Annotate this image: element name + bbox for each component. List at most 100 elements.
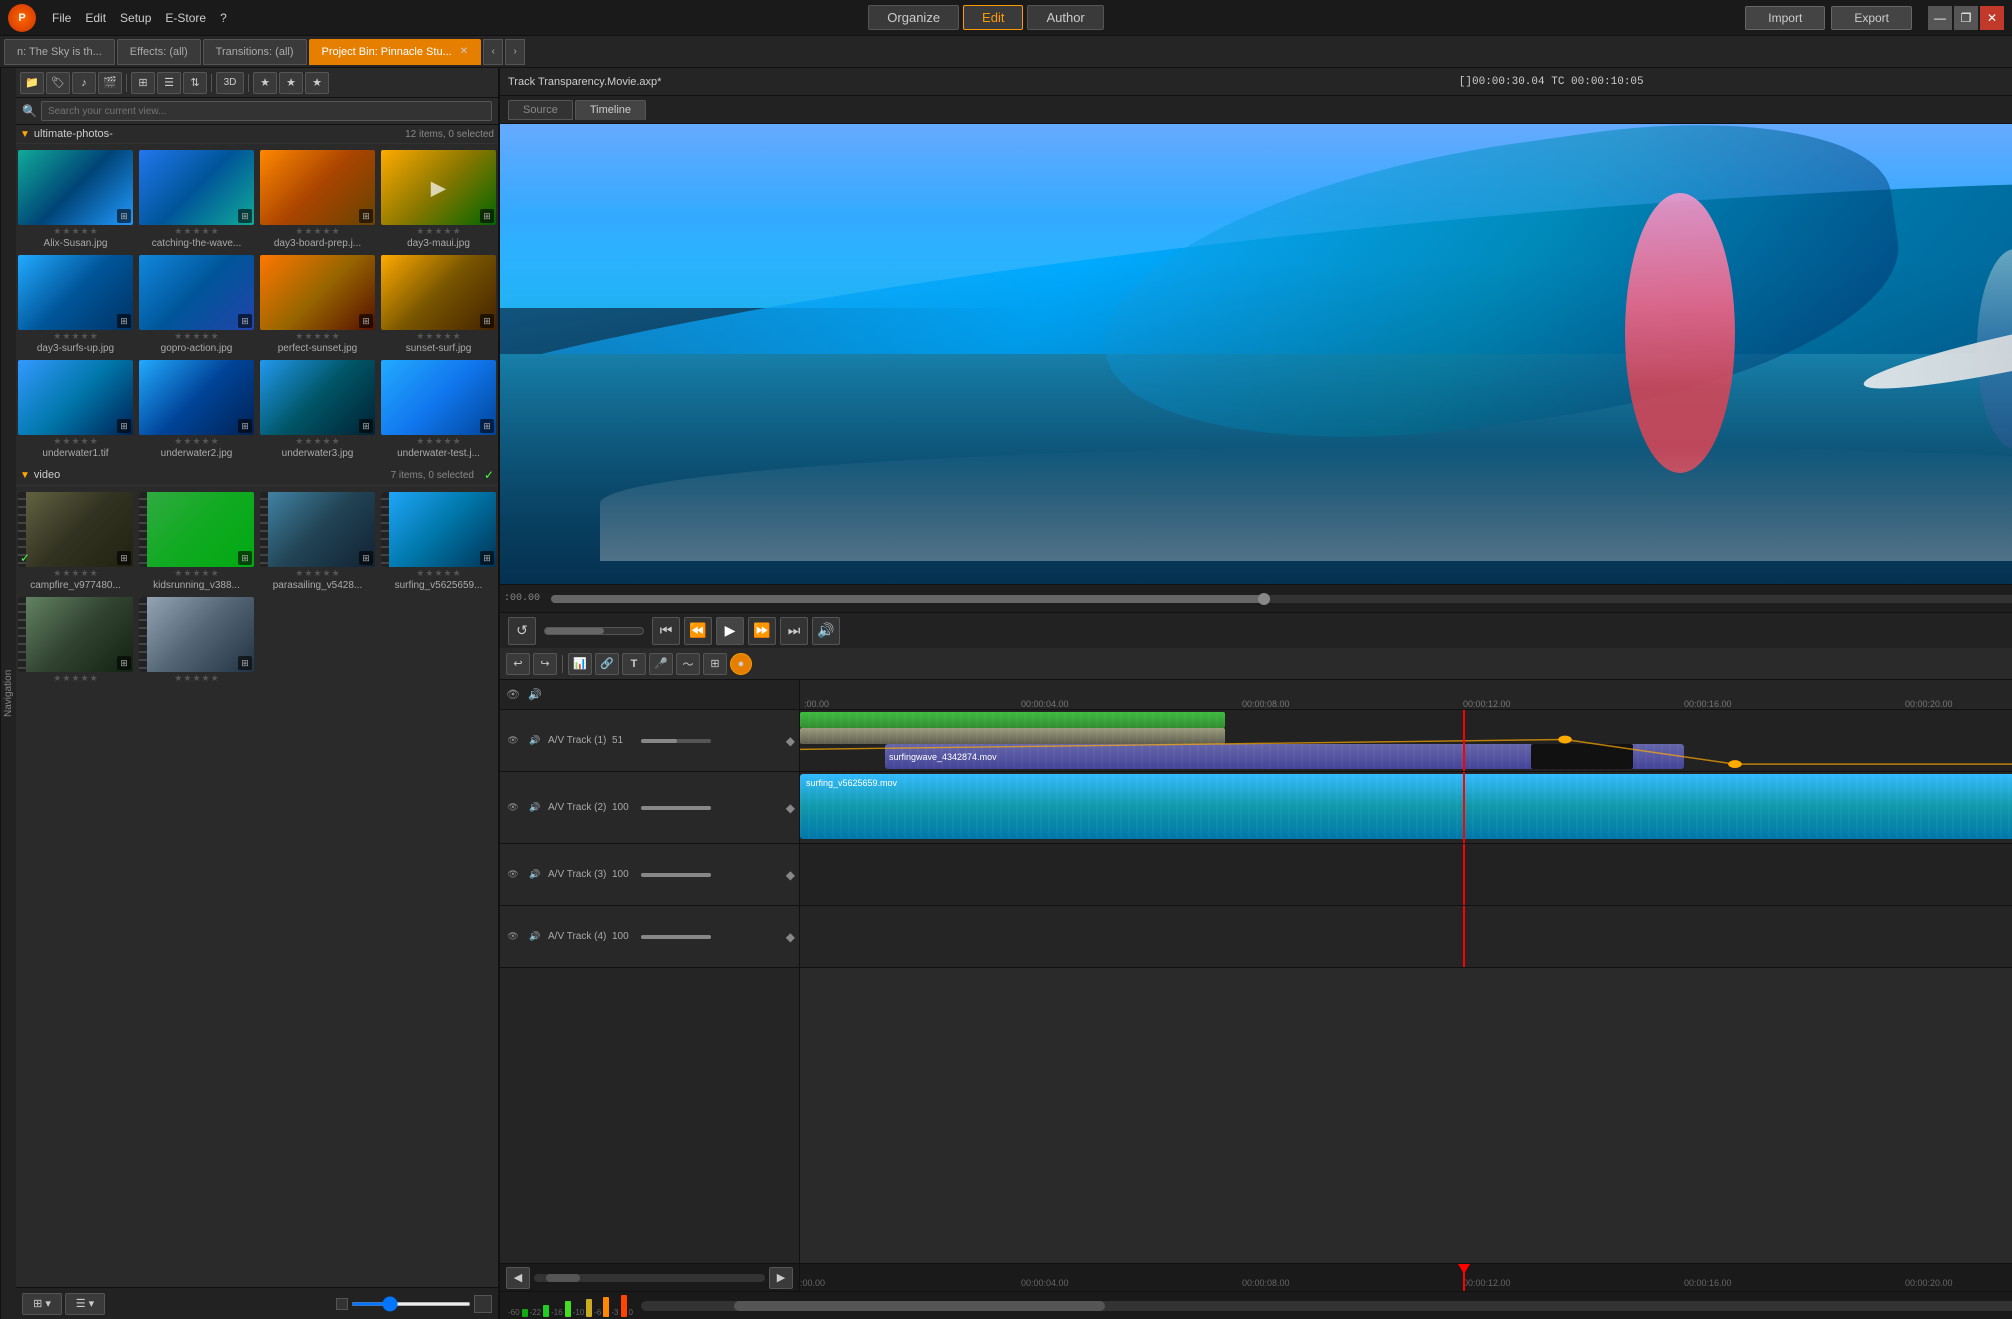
- grid-view-button[interactable]: ⊞: [131, 72, 155, 94]
- media-scroll-area[interactable]: ▼ ultimate-photos- 12 items, 0 selected …: [16, 125, 498, 1287]
- minimize-button[interactable]: —: [1928, 6, 1952, 30]
- list-item[interactable]: ⊞ ★★★★★ underwater1.tif: [16, 358, 135, 461]
- bottom-scroll-bar[interactable]: [534, 1274, 765, 1282]
- photos-section-arrow[interactable]: ▼: [20, 129, 30, 140]
- go-start-button[interactable]: ⏮: [652, 617, 680, 645]
- list-item[interactable]: ⊞ ★★★★★ underwater-test.j...: [379, 358, 498, 461]
- list-item[interactable]: ⊞ ★★★★★ day3-board-prep.j...: [258, 148, 377, 251]
- navigation-tab[interactable]: Navigation: [0, 68, 16, 1319]
- play-button[interactable]: ▶: [716, 617, 744, 645]
- tab-project-bin[interactable]: Project Bin: Pinnacle Stu... ✕: [309, 39, 482, 65]
- track1-vol-slider[interactable]: [641, 739, 711, 743]
- track-header-speaker-icon[interactable]: 🔊: [526, 686, 544, 704]
- scrubber-head[interactable]: [1258, 593, 1270, 605]
- list-item[interactable]: ⊞ ★★★★★ perfect-sunset.jpg: [258, 253, 377, 356]
- list-item[interactable]: ⊞ ★★★★★ underwater3.jpg: [258, 358, 377, 461]
- list-item[interactable]: ⊞ ★★★★★ gopro-action.jpg: [137, 253, 256, 356]
- tag-button[interactable]: 🏷: [46, 72, 70, 94]
- tab-prev-arrow[interactable]: ‹: [483, 39, 503, 65]
- prev-frame-button[interactable]: ⏪: [684, 617, 712, 645]
- list-item[interactable]: ⊞ ★★★★★: [137, 595, 256, 687]
- track1-keyframe-icon[interactable]: ◆: [786, 734, 795, 748]
- edit-button[interactable]: Edit: [963, 5, 1023, 30]
- color-grade-button[interactable]: ●: [730, 653, 752, 675]
- video-filter-button[interactable]: 🎬: [98, 72, 122, 94]
- video-section-arrow[interactable]: ▼: [20, 470, 30, 481]
- track3-eye-icon[interactable]: 👁: [504, 866, 522, 884]
- list-item[interactable]: ⊞ ★★★★★ underwater2.jpg: [137, 358, 256, 461]
- clip-surfing[interactable]: surfing_v5625659.mov: [800, 774, 2012, 839]
- list-item[interactable]: ⊞ ★★★★★ Alix-Susan.jpg: [16, 148, 135, 251]
- list-item[interactable]: ⊞ ★★★★★ parasailing_v5428...: [258, 490, 377, 593]
- track4-vol-slider[interactable]: [641, 935, 711, 939]
- track3-vol-slider[interactable]: [641, 873, 711, 877]
- track1-speaker-icon[interactable]: 🔊: [526, 732, 544, 750]
- restore-button[interactable]: ❐: [1954, 6, 1978, 30]
- author-button[interactable]: Author: [1027, 5, 1103, 30]
- app-logo[interactable]: P: [8, 4, 36, 32]
- thumb-size-slider[interactable]: [351, 1302, 471, 1306]
- import-button[interactable]: Import: [1745, 6, 1825, 30]
- next-frame-button[interactable]: ⏩: [748, 617, 776, 645]
- audio-button[interactable]: ♪: [72, 72, 96, 94]
- tab-next-arrow[interactable]: ›: [505, 39, 525, 65]
- import-media-button[interactable]: 📁: [20, 72, 44, 94]
- list-item[interactable]: ⊞ ★★★★★ kidsrunning_v388...: [137, 490, 256, 593]
- star-filter-3[interactable]: ★: [305, 72, 329, 94]
- track2-vol-slider[interactable]: [641, 806, 711, 810]
- menu-setup[interactable]: Setup: [120, 11, 151, 25]
- track2-keyframe-icon[interactable]: ◆: [786, 801, 795, 815]
- curve-button[interactable]: 〜: [676, 653, 700, 675]
- go-end-button[interactable]: ⏭: [780, 617, 808, 645]
- list-item[interactable]: ⊞ ★★★★★ surfing_v5625659...: [379, 490, 498, 593]
- close-button[interactable]: ✕: [1980, 6, 2004, 30]
- track4-keyframe-icon[interactable]: ◆: [786, 930, 795, 944]
- star-filter-button[interactable]: ★: [253, 72, 277, 94]
- grid-size-button[interactable]: ⊞ ▾: [22, 1293, 62, 1315]
- list-item[interactable]: ⊞ ✓ ★★★★★ campfire_v977480...: [16, 490, 135, 593]
- list-item[interactable]: ⊞ ★★★★★ sunset-surf.jpg: [379, 253, 498, 356]
- track2-eye-icon[interactable]: 👁: [504, 799, 522, 817]
- tab-source[interactable]: Source: [508, 100, 573, 120]
- tab-effects[interactable]: Effects: (all): [117, 39, 201, 65]
- redo-tl-button[interactable]: ↪: [533, 653, 557, 675]
- track4-speaker-icon[interactable]: 🔊: [526, 928, 544, 946]
- clip-black[interactable]: [1531, 744, 1633, 769]
- track2-speaker-icon[interactable]: 🔊: [526, 799, 544, 817]
- menu-file[interactable]: File: [52, 11, 71, 25]
- menu-edit[interactable]: Edit: [85, 11, 106, 25]
- list-item[interactable]: ⊞ ★★★★★ day3-surfs-up.jpg: [16, 253, 135, 356]
- list-item[interactable]: ⊞ ★★★★★: [16, 595, 135, 687]
- search-input[interactable]: [41, 101, 492, 121]
- organize-button[interactable]: Organize: [868, 5, 959, 30]
- undo-tl-button[interactable]: ↩: [506, 653, 530, 675]
- loop-button[interactable]: ↺: [508, 617, 536, 645]
- voice-button[interactable]: 🎤: [649, 653, 673, 675]
- clip-olive[interactable]: [800, 728, 1225, 744]
- scrollbar-thumb[interactable]: [734, 1301, 1105, 1311]
- list-item[interactable]: ⊞ ▶ ★★★★★ day3-maui.jpg: [379, 148, 498, 251]
- timeline-scrollbar[interactable]: [641, 1301, 2012, 1311]
- list-view-button[interactable]: ☰: [157, 72, 181, 94]
- tab-transitions[interactable]: Transitions: (all): [203, 39, 307, 65]
- prev-timeline-button[interactable]: ◀: [506, 1267, 530, 1289]
- volume-toggle-button[interactable]: 🔊: [812, 617, 840, 645]
- track3-speaker-icon[interactable]: 🔊: [526, 866, 544, 884]
- tab-close-icon[interactable]: ✕: [460, 46, 468, 57]
- export-button[interactable]: Export: [1831, 6, 1912, 30]
- list-size-button[interactable]: ☰ ▾: [65, 1293, 105, 1315]
- tab-sky[interactable]: n: The Sky is th...: [4, 39, 115, 65]
- track-header-eye-icon[interactable]: 👁: [504, 686, 522, 704]
- track4-eye-icon[interactable]: 👁: [504, 928, 522, 946]
- clip-green[interactable]: [800, 712, 1225, 728]
- list-item[interactable]: ⊞ ★★★★★ catching-the-wave...: [137, 148, 256, 251]
- link-button[interactable]: 🔗: [595, 653, 619, 675]
- 3d-button[interactable]: 3D: [216, 72, 244, 94]
- track3-keyframe-icon[interactable]: ◆: [786, 868, 795, 882]
- chart-button[interactable]: 📊: [568, 653, 592, 675]
- text-overlay-button[interactable]: T: [622, 653, 646, 675]
- menu-help[interactable]: ?: [220, 11, 227, 25]
- next-timeline-button[interactable]: ▶: [769, 1267, 793, 1289]
- star-filter-2[interactable]: ★: [279, 72, 303, 94]
- sort-button[interactable]: ⇅: [183, 72, 207, 94]
